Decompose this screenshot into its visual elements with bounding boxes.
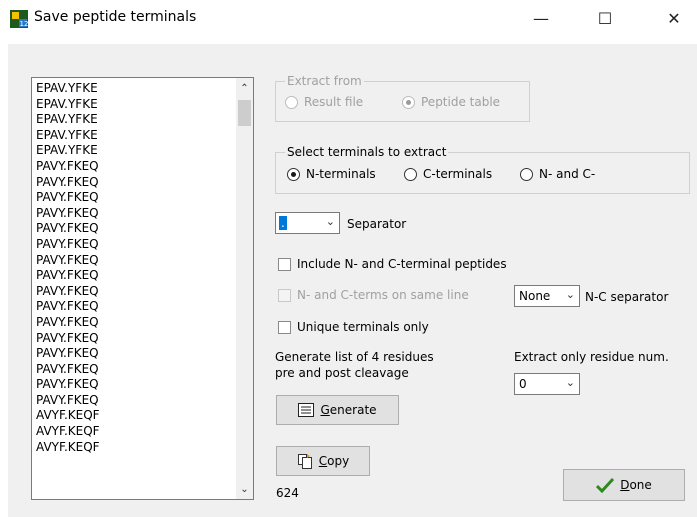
copy-accel-key: C [318, 454, 328, 468]
radio-c-terminals[interactable]: C-terminals [404, 167, 492, 181]
copy-button-label: Copy [319, 454, 349, 468]
extract-residue-value: 0 [519, 377, 527, 391]
radio-c-terminals-circle [404, 167, 417, 181]
maximize-button[interactable]: ☐ [582, 0, 628, 36]
separator-value: . [279, 216, 287, 230]
extract-residue-chevron-down-icon: ⌄ [565, 376, 575, 389]
scroll-thumb[interactable] [238, 100, 251, 126]
copy-label-rest: opy [327, 454, 350, 468]
radio-peptide-table-circle [402, 95, 415, 109]
peptide-list-item[interactable]: PAVY.FKEQ [36, 190, 253, 206]
unique-terminals-box [278, 320, 291, 334]
generate-accel-key: G [320, 403, 330, 417]
separator-chevron-down-icon: ⌄ [325, 215, 335, 228]
peptide-list-item[interactable]: PAVY.FKEQ [36, 175, 253, 191]
radio-result-file[interactable]: Result file [285, 95, 363, 109]
peptide-list-item[interactable]: PAVY.FKEQ [36, 393, 253, 409]
window-title: Save peptide terminals [34, 9, 197, 25]
done-button-label: Done [620, 478, 652, 492]
radio-n-and-c-circle [520, 167, 533, 181]
list-scrollbar[interactable]: ⌃ ⌄ [236, 78, 253, 499]
nc-separator-chevron-down-icon: ⌄ [565, 288, 575, 301]
include-terminal-peptides-box [278, 257, 291, 271]
radio-result-file-circle [285, 95, 298, 109]
scroll-up-arrow-icon[interactable]: ⌃ [236, 83, 253, 94]
separator-dropdown[interactable]: . ⌄ [275, 212, 340, 234]
generate-button-label: Generate [320, 403, 376, 417]
peptide-list-item[interactable]: PAVY.FKEQ [36, 362, 253, 378]
radio-n-and-c[interactable]: N- and C- [520, 167, 595, 181]
peptide-list-item[interactable]: EPAV.YFKE [36, 81, 253, 97]
scroll-down-arrow-icon[interactable]: ⌄ [236, 484, 253, 495]
list-icon [298, 403, 315, 417]
extract-residue-label: Extract only residue num. [514, 350, 669, 364]
separator-label: Separator [347, 217, 407, 231]
peptide-list-item[interactable]: PAVY.FKEQ [36, 206, 253, 222]
nc-separator-value: None [519, 289, 551, 303]
same-line-label: N- and C-terms on same line [297, 288, 469, 302]
include-terminal-peptides-label: Include N- and C-terminal peptides [297, 257, 507, 271]
peptide-list-item[interactable]: AVYF.KEQF [36, 424, 253, 440]
peptide-list-item[interactable]: PAVY.FKEQ [36, 299, 253, 315]
peptide-list-item[interactable]: PAVY.FKEQ [36, 315, 253, 331]
checkmark-icon [596, 477, 615, 493]
peptide-list-item[interactable]: PAVY.FKEQ [36, 346, 253, 362]
done-button[interactable]: Done [563, 469, 685, 501]
peptide-list-item[interactable]: PAVY.FKEQ [36, 237, 253, 253]
generate-button[interactable]: Generate [276, 395, 399, 425]
unique-terminals-label: Unique terminals only [297, 320, 429, 334]
select-terminals-group: Select terminals to extract N-terminals … [275, 145, 690, 194]
peptide-list-item[interactable]: PAVY.FKEQ [36, 159, 253, 175]
title-bar: 12 Save peptide terminals — ☐ ✕ [0, 0, 697, 36]
peptide-list-item[interactable]: PAVY.FKEQ [36, 253, 253, 269]
select-terminals-legend: Select terminals to extract [285, 145, 449, 159]
peptide-list-item[interactable]: PAVY.FKEQ [36, 377, 253, 393]
radio-n-terminals-circle [287, 167, 300, 181]
peptide-app-icon: 12 [10, 10, 28, 28]
copy-icon [297, 453, 313, 469]
peptide-list-item[interactable]: AVYF.KEQF [36, 408, 253, 424]
minimize-button[interactable]: — [518, 0, 564, 36]
same-line-box [278, 288, 291, 302]
extract-from-legend: Extract from [285, 74, 364, 88]
result-count: 624 [276, 486, 299, 500]
radio-n-and-c-label: N- and C- [539, 167, 596, 181]
peptide-list-item[interactable]: PAVY.FKEQ [36, 284, 253, 300]
dialog-client-area: EPAV.YFKE EPAV.YFKE EPAV.YFKE EPAV.YFKE EPAV… [8, 44, 697, 517]
extract-from-group: Extract from Result file Peptide table [275, 74, 530, 122]
radio-peptide-table[interactable]: Peptide table [402, 95, 500, 109]
peptide-list-item[interactable]: EPAV.YFKE [36, 143, 253, 159]
include-terminal-peptides-checkbox[interactable]: Include N- and C-terminal peptides [278, 257, 507, 271]
radio-result-file-label: Result file [304, 95, 364, 109]
peptide-list-item[interactable]: AVYF.KEQF [36, 440, 253, 456]
nc-separator-label: N-C separator [585, 290, 669, 304]
radio-peptide-table-label: Peptide table [421, 95, 501, 109]
copy-button[interactable]: Copy [276, 446, 370, 476]
peptide-list-item[interactable]: EPAV.YFKE [36, 112, 253, 128]
close-button[interactable]: ✕ [651, 0, 697, 36]
nc-separator-dropdown[interactable]: None ⌄ [514, 285, 580, 307]
unique-terminals-checkbox[interactable]: Unique terminals only [278, 320, 429, 334]
same-line-checkbox[interactable]: N- and C-terms on same line [278, 288, 469, 302]
extract-residue-dropdown[interactable]: 0 ⌄ [514, 373, 580, 395]
peptide-list-item[interactable]: EPAV.YFKE [36, 97, 253, 113]
generate-label-rest: enerate [329, 403, 377, 417]
peptide-list-item[interactable]: EPAV.YFKE [36, 128, 253, 144]
peptide-list-item[interactable]: PAVY.FKEQ [36, 221, 253, 237]
radio-n-terminals-label: N-terminals [306, 167, 376, 181]
peptide-list-items: EPAV.YFKE EPAV.YFKE EPAV.YFKE EPAV.YFKE EPAV… [32, 78, 253, 455]
peptide-list[interactable]: EPAV.YFKE EPAV.YFKE EPAV.YFKE EPAV.YFKE EPAV… [31, 77, 254, 500]
done-label-rest: one [629, 478, 652, 492]
peptide-list-item[interactable]: PAVY.FKEQ [36, 268, 253, 284]
generate-description-line1: Generate list of 4 residues [275, 350, 434, 364]
svg-text:12: 12 [20, 20, 29, 28]
radio-c-terminals-label: C-terminals [423, 167, 493, 181]
generate-description-line2: pre and post cleavage [275, 366, 409, 380]
peptide-list-item[interactable]: PAVY.FKEQ [36, 331, 253, 347]
radio-n-terminals[interactable]: N-terminals [287, 167, 376, 181]
